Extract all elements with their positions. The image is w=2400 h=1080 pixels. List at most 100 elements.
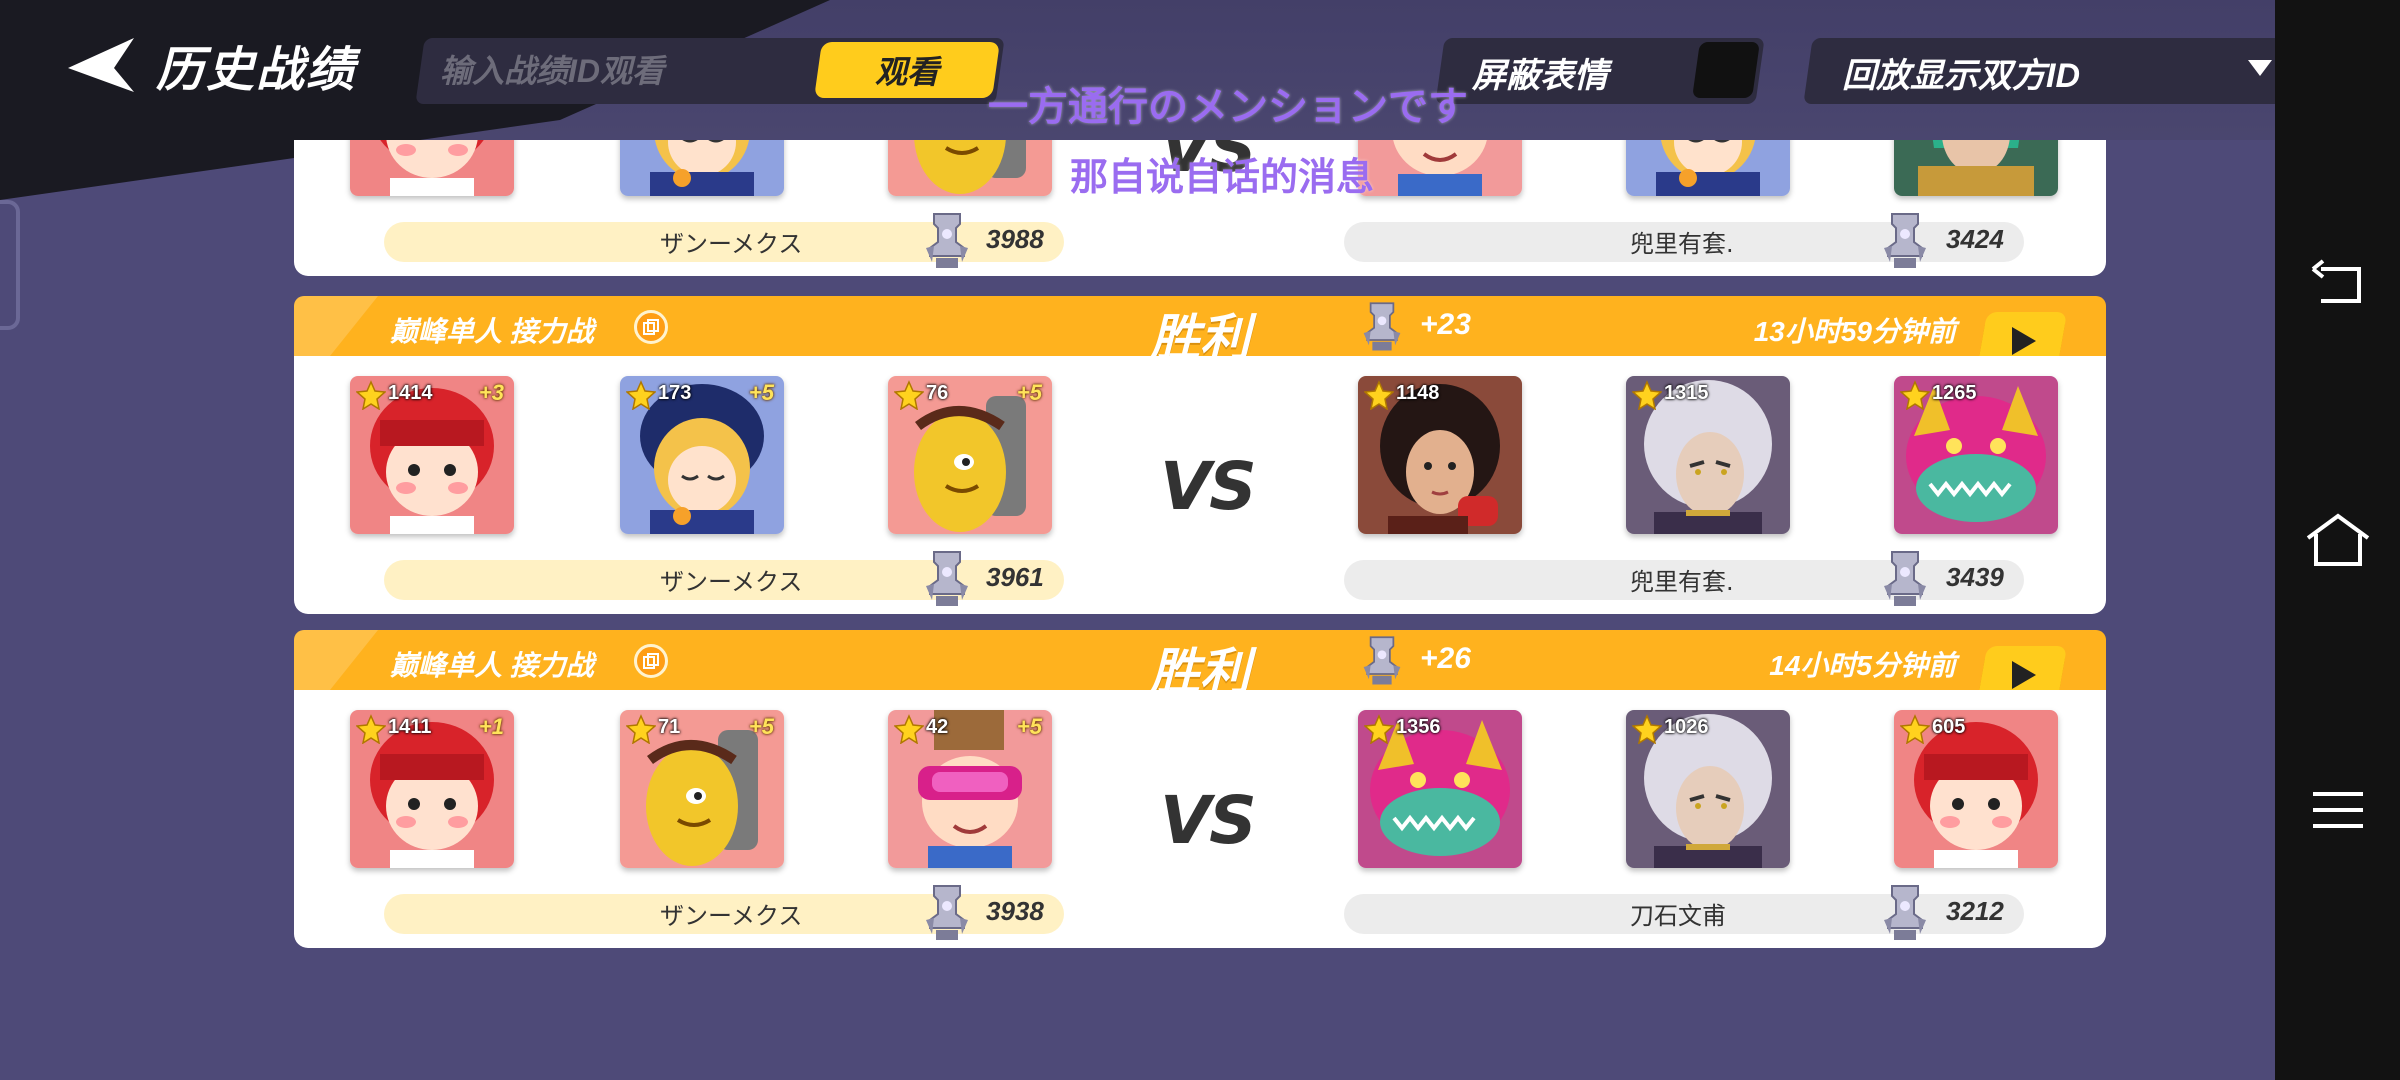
hero-card[interactable]: 1411 +1: [350, 710, 514, 868]
system-back-button[interactable]: [2300, 246, 2376, 322]
back-button[interactable]: [60, 30, 140, 100]
player-score: 3424: [1946, 224, 2004, 254]
hide-emotes-label: 屏蔽表情: [1472, 57, 1608, 95]
hero-level: 1414: [388, 382, 433, 404]
star-icon: [1899, 380, 1931, 411]
play-icon: [2012, 327, 2036, 355]
hero-level-gain: +5: [1016, 714, 1042, 739]
star-icon: [1899, 714, 1931, 745]
overlay-message: 一方通行のメンションです: [988, 84, 1468, 130]
player-score: 3988: [986, 224, 1044, 254]
hero-card[interactable]: 1415 +1: [350, 140, 514, 196]
home-icon: [2306, 513, 2370, 566]
side-decoration: [0, 200, 20, 330]
hero-card[interactable]: 1356: [1358, 710, 1522, 868]
hero-card[interactable]: 534: [1626, 140, 1790, 196]
trophy-icon: [922, 208, 972, 272]
back-icon: [2311, 259, 2361, 303]
rank-trophy-icon: [1354, 632, 1410, 688]
watch-button[interactable]: 观看: [814, 42, 1000, 98]
hero-card[interactable]: 741: [1358, 140, 1522, 196]
trophy-icon: [1880, 880, 1930, 944]
hero-level: 1356: [1396, 716, 1441, 738]
hero-level: 1265: [1932, 382, 1977, 404]
hero-level: 42: [926, 716, 949, 738]
match-id-search-input[interactable]: [440, 42, 800, 100]
overlay-message: 那自说自话的消息: [1070, 155, 1375, 199]
hero-level: 1026: [1664, 716, 1709, 738]
star-icon: [893, 714, 925, 745]
chevron-down-icon: [2248, 60, 2272, 76]
player-name[interactable]: ザンーメクス: [660, 896, 802, 931]
trophy-icon: [922, 880, 972, 944]
player-name[interactable]: 兜里有套.: [1630, 562, 1734, 597]
hero-card[interactable]: 1026: [1626, 710, 1790, 868]
hero-level: 605: [1932, 716, 1966, 738]
hero-card[interactable]: 71 +5: [620, 710, 784, 868]
player-score: 3439: [1946, 562, 2004, 592]
trophy-icon: [922, 546, 972, 610]
hero-level: 1315: [1664, 382, 1709, 404]
hero-level: 76: [926, 382, 949, 404]
system-menu-button[interactable]: [2300, 772, 2376, 848]
match-body: 1411 +1 71 +5 42 +5 ザンーメクス 3938 1356 102…: [294, 690, 2106, 948]
match-history-list[interactable]: 1415 +1 178 +5: [294, 140, 2106, 1080]
rank-trophy-icon: [1354, 298, 1410, 354]
player-score: 3212: [1946, 896, 2004, 926]
hero-card[interactable]: 1414 +3: [350, 376, 514, 534]
match-time: 13小时59分钟前: [1753, 316, 1956, 347]
star-icon: [355, 714, 387, 745]
player-name[interactable]: 兜里有套.: [1630, 224, 1734, 259]
watch-button-label: 观看: [874, 54, 939, 90]
point-change: +26: [1420, 642, 1471, 675]
system-home-button[interactable]: [2300, 502, 2376, 578]
vs-label: VS: [1160, 782, 1257, 859]
player-name[interactable]: 刀石文甫: [1630, 896, 1726, 931]
hero-card[interactable]: 1265: [1894, 376, 2058, 534]
hero-level-gain: +5: [1016, 380, 1042, 405]
player-score: 3938: [986, 896, 1044, 926]
play-icon: [2012, 661, 2036, 689]
replay-id-select-label: 回放显示双方ID: [1842, 57, 2080, 95]
hero-card[interactable]: 81 +5: [888, 140, 1052, 196]
menu-icon: [2313, 792, 2363, 828]
hero-level: 1411: [388, 716, 432, 738]
match-time: 14小时5分钟前: [1769, 650, 1956, 681]
star-icon: [625, 380, 657, 411]
match-body: 1414 +3 173 +5 76 +5 ザンーメクス 3961 1148 13…: [294, 356, 2106, 614]
star-icon: [625, 714, 657, 745]
match-card[interactable]: 巅峰单人 接力战 胜利 +26 14小时5分钟前 1411 +1 71 +5 4…: [294, 630, 2106, 948]
player-score: 3961: [986, 562, 1044, 592]
trophy-icon: [1880, 208, 1930, 272]
hero-card[interactable]: 178 +5: [620, 140, 784, 196]
back-arrow-icon: [68, 38, 134, 92]
hero-level-gain: +1: [478, 714, 504, 739]
star-icon: [893, 380, 925, 411]
trophy-icon: [1880, 546, 1930, 610]
hero-card[interactable]: 1315: [1626, 376, 1790, 534]
hero-level: 71: [658, 716, 681, 738]
point-change: +23: [1420, 308, 1471, 341]
vs-label: VS: [1160, 448, 1257, 525]
match-card[interactable]: 巅峰单人 接力战 胜利 +23 13小时59分钟前 1414 +3 173 +5…: [294, 296, 2106, 614]
star-icon: [1631, 380, 1663, 411]
hero-level-gain: +5: [748, 714, 774, 739]
page-title: 历史战绩: [156, 44, 357, 97]
hero-card[interactable]: 76 +5: [888, 376, 1052, 534]
hero-card[interactable]: 1191: [1894, 140, 2058, 196]
hero-level: 173: [658, 382, 692, 404]
hero-level: 1148: [1396, 382, 1440, 404]
player-name[interactable]: ザンーメクス: [660, 562, 802, 597]
player-name[interactable]: ザンーメクス: [660, 224, 802, 259]
hide-emotes-toggle[interactable]: [1692, 42, 1760, 98]
hero-level-gain: +3: [478, 380, 504, 405]
hero-card[interactable]: 1148: [1358, 376, 1522, 534]
star-icon: [1363, 380, 1395, 411]
hero-card[interactable]: 42 +5: [888, 710, 1052, 868]
hero-card[interactable]: 173 +5: [620, 376, 784, 534]
star-icon: [1363, 714, 1395, 745]
star-icon: [355, 380, 387, 411]
hero-card[interactable]: 605: [1894, 710, 2058, 868]
star-icon: [1631, 714, 1663, 745]
hero-level-gain: +5: [748, 380, 774, 405]
